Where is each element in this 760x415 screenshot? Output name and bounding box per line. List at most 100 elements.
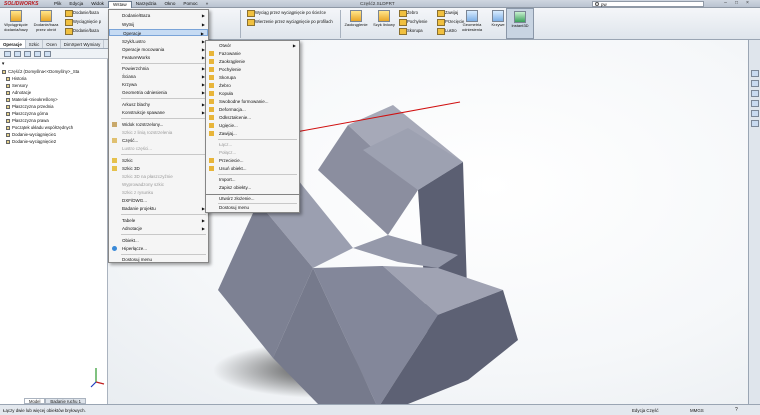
insert-menu-item-exploded-view[interactable]: Widok rozstrzelony... xyxy=(109,121,208,128)
insert-menu-item-dxf-dwg[interactable]: DXF/DWG... xyxy=(109,197,208,204)
search-input[interactable]: pw xyxy=(592,1,704,7)
tree-item-history[interactable]: Historia xyxy=(6,76,27,82)
features-item-indent[interactable]: Odkształcenie... xyxy=(206,114,299,121)
view-palette-icon[interactable] xyxy=(751,100,759,107)
tree-item-annotations[interactable]: Adnotacje xyxy=(6,90,31,96)
insert-menu-item-pattern-mirror[interactable]: Szyk/Lustro ▶ xyxy=(109,38,208,45)
insert-menu-item-reference-geometry[interactable]: Geometria odniesienia ▶ xyxy=(109,89,208,96)
draft-button[interactable]: Pochylenie xyxy=(398,18,432,26)
file-explorer-icon[interactable] xyxy=(751,90,759,97)
tab-operacje[interactable]: Operacje xyxy=(0,40,26,48)
fillet-button[interactable]: Zaokrąglenie xyxy=(342,8,370,28)
tab-szkic[interactable]: Szkic xyxy=(26,40,44,48)
features-item-wrap[interactable]: Zawijaj... xyxy=(206,130,299,137)
menu-wstaw[interactable]: Wstaw xyxy=(107,1,132,8)
shell-button[interactable]: Skorupa xyxy=(398,27,432,35)
revolve-boss-button[interactable]: Dodanie/baza przez obrót xyxy=(32,8,60,32)
insert-menu-item-face[interactable]: Ściana ▶ xyxy=(109,73,208,80)
insert-menu-item-featureworks[interactable]: FeatureWorks ▶ xyxy=(109,54,208,61)
help-icon[interactable]: ? xyxy=(735,407,738,413)
tab-dimxpert[interactable]: DimXpert Wymiary xyxy=(61,40,105,48)
minimize-icon[interactable]: – xyxy=(720,0,731,7)
design-library-icon[interactable] xyxy=(751,80,759,87)
features-item-deform[interactable]: Deformacja... xyxy=(206,106,299,113)
features-item-save-bodies[interactable]: Zapisz obiekty... xyxy=(206,184,299,191)
menu-separator xyxy=(121,98,206,99)
menu-pomoc[interactable]: Pomoc xyxy=(179,1,201,8)
maximize-icon[interactable]: □ xyxy=(731,0,742,7)
tree-item-origin[interactable]: Początek układu współrzędnych xyxy=(6,125,73,131)
menu-more[interactable]: » xyxy=(202,1,213,8)
insert-menu-item-features[interactable]: Operacje ▶ xyxy=(109,29,208,36)
tree-item-extrude2[interactable]: Dodanie-wyciągnięcie2 xyxy=(6,139,56,145)
tree-item-front-plane[interactable]: Płaszczyzna przednia xyxy=(6,104,54,110)
features-item-rib[interactable]: Żebro xyxy=(206,82,299,89)
extrude-boss-button[interactable]: Wyciągnięcie dodania/bazy xyxy=(2,8,30,32)
insert-menu-item-tables[interactable]: Tabele ▶ xyxy=(109,217,208,224)
features-item-chamfer[interactable]: Fazowanie xyxy=(206,50,299,57)
features-item-create-assembly[interactable]: Utwórz złożenie... xyxy=(206,195,299,202)
features-item-intersect[interactable]: Przeciecie... xyxy=(206,157,299,164)
instant3d-button[interactable]: Instant3D xyxy=(506,8,534,39)
tree-item-material[interactable]: Materiał <nieokreślony> xyxy=(6,97,58,103)
insert-menu-item-sheet-metal[interactable]: Arkusz blachy ▶ xyxy=(109,101,208,108)
insert-menu-item-boss-base[interactable]: Dodanie/Baza ▶ xyxy=(109,12,208,19)
menu-edycja[interactable]: Edycja xyxy=(65,1,87,8)
close-icon[interactable]: × xyxy=(742,0,753,7)
insert-menu-item-customize[interactable]: Dostosuj menu xyxy=(109,256,208,263)
tree-item-top-plane[interactable]: Płaszczyzna górna xyxy=(6,111,48,117)
plane-icon xyxy=(6,104,10,109)
part-icon xyxy=(112,138,117,143)
features-item-draft[interactable]: Pochylenie xyxy=(206,66,299,73)
reference-geometry-button[interactable]: Geometria odniesienia xyxy=(458,8,486,32)
freeform-icon xyxy=(209,99,214,104)
tree-item-extrude1[interactable]: Dodanie-wyciągnięcie1 xyxy=(6,132,56,138)
loft-cut-button[interactable]: Wierzenie przez wyciągnięcie po profilac… xyxy=(246,18,338,26)
status-units[interactable]: MMGS xyxy=(690,408,704,413)
feature-manager-icon[interactable] xyxy=(4,51,11,57)
tree-item-sensors[interactable]: Sensory xyxy=(6,83,28,89)
menu-plik[interactable]: Plik xyxy=(50,1,65,8)
sweep-cut-button[interactable]: Wyciąg przez wyciągnięcie po ścieżce xyxy=(246,9,338,17)
filter-icon[interactable]: ▼ xyxy=(1,61,5,67)
insert-menu-item-fastening[interactable]: Operacje mocowania ▶ xyxy=(109,46,208,53)
insert-menu-item-part[interactable]: Część... xyxy=(109,137,208,144)
insert-menu-item-3d-sketch[interactable]: Szkic 3D xyxy=(109,165,208,172)
menu-okno[interactable]: Okno xyxy=(160,1,179,8)
tab-ocen[interactable]: Ocen xyxy=(43,40,61,48)
custom-properties-icon[interactable] xyxy=(751,120,759,127)
insert-menu-item-hyperlink[interactable]: Hiperłącze... xyxy=(109,245,208,252)
resources-icon[interactable] xyxy=(751,70,759,77)
insert-menu-item-curve[interactable]: Krzywa ▶ xyxy=(109,81,208,88)
command-tabs: Operacje Szkic Ocen DimXpert Wymiary xyxy=(0,40,120,49)
features-item-dome[interactable]: Kopuła xyxy=(206,90,299,97)
insert-menu-item-weldments[interactable]: Konstrukcje spawane ▶ xyxy=(109,109,208,116)
insert-menu-item-sketch[interactable]: Szkic xyxy=(109,157,208,164)
menu-widok[interactable]: Widok xyxy=(87,1,108,8)
status-edit-mode: Edycja Część xyxy=(632,408,659,413)
features-item-freeform[interactable]: Swobodne formowanie... xyxy=(206,98,299,105)
features-item-fillet[interactable]: Zaokrąglenie xyxy=(206,58,299,65)
display-manager-icon[interactable] xyxy=(44,51,51,57)
insert-menu-item-object[interactable]: Obiekt... xyxy=(109,237,208,244)
tree-item-part[interactable]: Część2 (Domyślna<<Domyślny>_Sta xyxy=(2,69,79,75)
features-item-import[interactable]: Import... xyxy=(206,176,299,183)
property-manager-icon[interactable] xyxy=(14,51,21,57)
rib-button[interactable]: Żebro xyxy=(398,9,432,17)
configuration-manager-icon[interactable] xyxy=(24,51,31,57)
features-item-flex[interactable]: Ugięcie... xyxy=(206,122,299,129)
features-item-delete-body[interactable]: Usuń obiekt... xyxy=(206,165,299,172)
insert-menu-item-annotations[interactable]: Adnotacje ▶ xyxy=(109,225,208,232)
tree-item-right-plane[interactable]: Płaszczyzna prawa xyxy=(6,118,49,124)
menu-narzedzia[interactable]: Narzędzia xyxy=(132,1,161,8)
history-icon xyxy=(6,76,10,81)
insert-menu-item-design-study[interactable]: Badanie projektu ▶ xyxy=(109,205,208,212)
insert-menu-item-cut[interactable]: Wytnij ▶ xyxy=(109,21,208,28)
appearances-icon[interactable] xyxy=(751,110,759,117)
dimxpert-manager-icon[interactable] xyxy=(34,51,41,57)
linear-pattern-button[interactable]: Szyk liniowy xyxy=(370,8,398,28)
features-item-customize[interactable]: Dostosuj menu xyxy=(206,204,299,211)
features-item-shell[interactable]: Skorupa xyxy=(206,74,299,81)
insert-menu-item-surface[interactable]: Powierzchnia ▶ xyxy=(109,65,208,72)
features-item-hole[interactable]: Otwór ▶ xyxy=(206,42,299,49)
